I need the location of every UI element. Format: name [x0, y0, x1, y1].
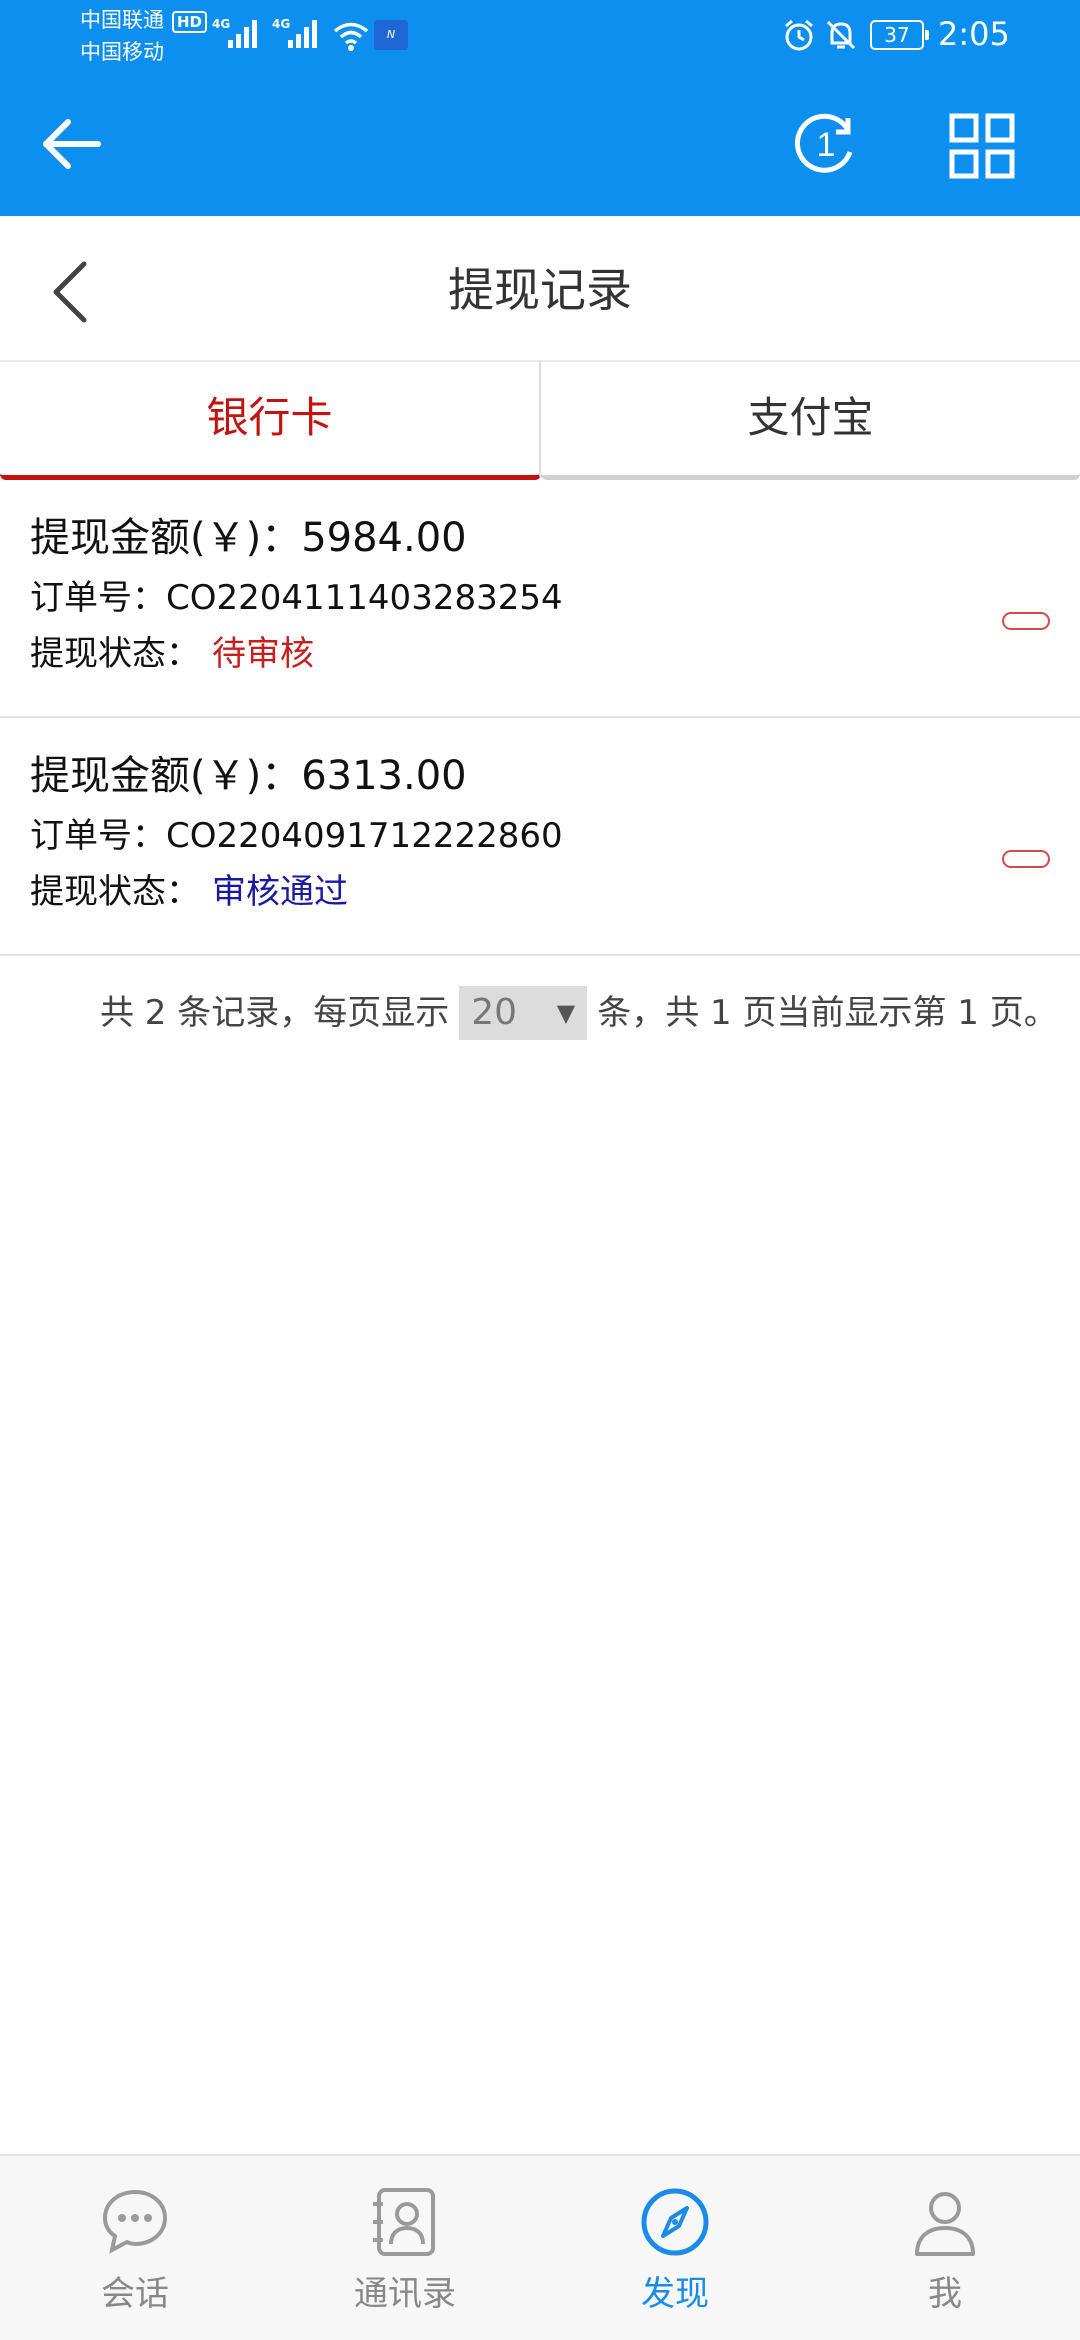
history-icon[interactable]: 1 [790, 108, 862, 180]
page-header: 提现记录 [0, 216, 1080, 360]
nfc-icon: N [374, 20, 408, 50]
nav-item-chat[interactable]: 会话 [0, 2156, 270, 2340]
page-size-value: 20 [471, 992, 518, 1033]
wifi-icon [333, 22, 369, 51]
pagination-suffix: 条，共 1 页当前显示第 1 页。 [597, 993, 1058, 1033]
pagination-prefix: 共 2 条记录，每页显示 [100, 993, 450, 1033]
tab-alipay[interactable]: 支付宝 [541, 360, 1080, 480]
page-size-select[interactable]: 20 ▼ [459, 986, 588, 1040]
record-action-button[interactable] [1002, 612, 1050, 630]
status-label: 提现状态： [30, 872, 200, 912]
nav-item-me[interactable]: 我 [810, 2156, 1080, 2340]
battery-icon: 37 [870, 20, 929, 50]
dropdown-arrow-icon: ▼ [556, 999, 576, 1027]
app-bar: 1 [0, 72, 1080, 216]
carrier-name-1: 中国联通 [80, 8, 164, 32]
nav-item-discover[interactable]: 发现 [540, 2156, 810, 2340]
nav-label-me: 我 [928, 2274, 962, 2314]
nav-label-contacts: 通讯录 [354, 2274, 456, 2314]
status-time: 2:05 [938, 15, 1010, 53]
nav-item-contacts[interactable]: 通讯录 [270, 2156, 540, 2340]
signal-icon [228, 20, 257, 48]
nav-label-discover: 发现 [641, 2274, 709, 2314]
status-value: 审核通过 [212, 872, 348, 912]
order-number: 订单号：CO2204111403283254 [30, 578, 563, 618]
tab-bar: 银行卡 支付宝 [0, 360, 1080, 480]
back-arrow-icon[interactable] [36, 108, 108, 180]
pagination-info: 共 2 条记录，每页显示 20 ▼ 条，共 1 页当前显示第 1 页。 [100, 985, 1058, 1041]
status-bar: 中国联通 HD 中国移动 4G 4G N 37 2:05 [0, 0, 1080, 72]
withdrawal-amount: 提现金额(￥)：5984.00 [30, 515, 467, 561]
withdrawal-status-row: 提现状态： 审核通过 [30, 868, 348, 916]
svg-text:1: 1 [817, 126, 836, 164]
carrier-name-2: 中国移动 [80, 40, 164, 64]
compass-icon [641, 2188, 709, 2256]
list-item: 提现金额(￥)：5984.00 订单号：CO2204111403283254 提… [0, 480, 1080, 718]
person-icon [915, 2192, 975, 2256]
chat-icon [102, 2189, 168, 2254]
alarm-icon [785, 19, 813, 51]
top-bar: 中国联通 HD 中国移动 4G 4G N 37 2:05 1 [0, 0, 1080, 216]
hd-badge: HD [172, 11, 208, 33]
contacts-icon [373, 2188, 435, 2256]
bell-off-icon [826, 20, 856, 50]
signal-icon [288, 20, 317, 48]
record-action-button[interactable] [1002, 850, 1050, 868]
nav-label-chat: 会话 [101, 2274, 169, 2314]
page-title: 提现记录 [448, 263, 632, 317]
battery-level: 37 [884, 23, 910, 47]
bottom-navigation: 会话 通讯录 发现 我 [0, 2154, 1080, 2340]
status-value: 待审核 [212, 634, 314, 674]
grid-menu-icon[interactable] [946, 110, 1018, 182]
order-number: 订单号：CO2204091712222860 [30, 816, 563, 856]
withdrawal-record-list: 提现金额(￥)：5984.00 订单号：CO2204111403283254 提… [0, 480, 1080, 956]
tab-bank-card[interactable]: 银行卡 [0, 360, 541, 480]
withdrawal-status-row: 提现状态： 待审核 [30, 630, 314, 678]
chevron-left-icon[interactable] [40, 256, 100, 328]
withdrawal-amount: 提现金额(￥)：6313.00 [30, 753, 467, 799]
status-label: 提现状态： [30, 634, 200, 674]
list-item: 提现金额(￥)：6313.00 订单号：CO2204091712222860 提… [0, 718, 1080, 956]
